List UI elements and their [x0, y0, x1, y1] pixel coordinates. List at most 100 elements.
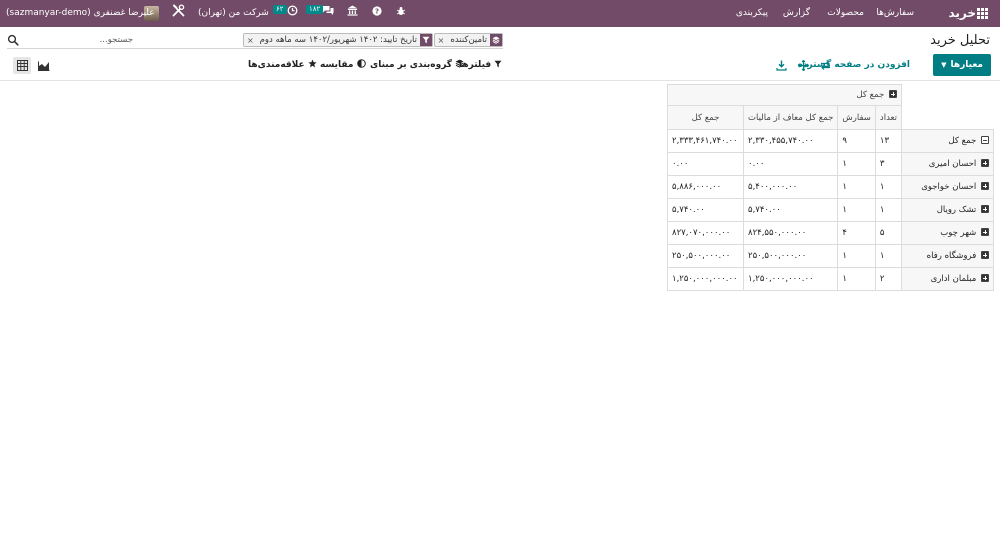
pivot-cell[interactable]: ۲	[874, 267, 903, 291]
table-icon	[16, 60, 28, 71]
table-row: مبلمان اداری ۲ ۱ ۱,۲۵۰,۰۰۰,۰۰۰.۰۰ ۱,۲۵۰,…	[667, 267, 994, 291]
pivot-corner	[901, 84, 994, 130]
facet-date: تاریخ تایید: ۱۴۰۲ شهریور/۱۴۰۲ سه ماهه دو…	[242, 33, 433, 47]
download-icon[interactable]	[776, 60, 787, 71]
apps-menu-icon[interactable]	[977, 8, 988, 19]
pivot-cell[interactable]: ۲,۳۳۳,۴۶۱,۷۴۰.۰۰	[667, 129, 745, 153]
pivot-row-header[interactable]: شهر چوب	[901, 221, 994, 245]
flip-axis-icon[interactable]	[820, 60, 831, 71]
pivot-cell[interactable]: ۲,۳۳۰,۴۵۵,۷۴۰.۰۰	[743, 129, 839, 153]
groupby-label: گروه‌بندی بر مبنای	[370, 60, 453, 70]
database-name: (sazmanyar-demo)	[6, 8, 91, 18]
pivot-row-header[interactable]: احسان امیری	[901, 152, 994, 176]
activity-icon[interactable]	[287, 0, 298, 27]
layers-icon	[490, 34, 502, 46]
pivot-cell[interactable]: ۸۲۴,۵۵۰,۰۰۰.۰۰	[743, 221, 839, 245]
favorites-label: علاقه‌مندی‌ها	[248, 60, 305, 70]
measures-button[interactable]: معیارها ▼	[933, 54, 991, 76]
filter-icon	[491, 60, 502, 70]
user-name: علیرضا غضنفری	[93, 8, 155, 18]
pivot-cell[interactable]: ۰.۰۰	[667, 152, 745, 176]
menu-orders[interactable]: سفارش‌ها	[876, 0, 914, 27]
measure-header[interactable]: جمع کل معاف از مالیات	[743, 105, 839, 130]
pivot-cell[interactable]: ۱,۲۵۰,۰۰۰,۰۰۰.۰۰	[743, 267, 839, 291]
measures-label: معیارها	[950, 60, 983, 70]
collapse-icon	[981, 136, 989, 144]
pivot-row-header[interactable]: تشک رویال	[901, 198, 994, 222]
control-panel: معیارها ▼ افزودن در صفحه گسترده فیلترها …	[0, 54, 1000, 78]
groupby-toggle[interactable]: گروه‌بندی بر مبنای	[370, 54, 464, 76]
favorites-toggle[interactable]: علاقه‌مندی‌ها	[248, 54, 317, 76]
compare-label: مقایسه	[320, 60, 354, 70]
expand-icon	[981, 251, 989, 259]
facet-date-label: تاریخ تایید: ۱۴۰۲ شهریور/۱۴۰۲ سه ماهه دو…	[259, 35, 417, 45]
adjust-icon	[353, 59, 366, 70]
pivot-cell[interactable]: ۱	[837, 175, 876, 199]
measure-header[interactable]: جمع کل	[667, 105, 745, 130]
top-navbar: خرید سفارش‌ها محصولات گزارش پیکربندی ? ۱…	[0, 0, 1000, 27]
bank-icon[interactable]	[347, 0, 358, 27]
filters-toggle[interactable]: فیلترها	[459, 54, 502, 76]
facet-vendor-label: تامین‌کننده	[450, 35, 487, 45]
pivot-cell[interactable]: ۱	[837, 267, 876, 291]
measure-header[interactable]: تعداد	[874, 105, 903, 130]
pivot-row-header[interactable]: احسان خواجوی	[901, 175, 994, 199]
expand-all-icon[interactable]	[798, 60, 809, 71]
app-brand[interactable]: خرید	[948, 0, 976, 27]
area-chart-icon	[38, 61, 50, 71]
pivot-cell[interactable]: ۲۵۰,۵۰۰,۰۰۰.۰۰	[743, 244, 839, 268]
page-title: تحلیل خرید	[930, 33, 990, 48]
pivot-row-header[interactable]: مبلمان اداری	[901, 267, 994, 291]
table-row: احسان امیری ۳ ۱ ۰.۰۰ ۰.۰۰	[667, 152, 994, 176]
pivot-cell[interactable]: ۱	[874, 244, 903, 268]
search-input[interactable]	[23, 33, 133, 47]
pivot-cell[interactable]: ۱	[874, 198, 903, 222]
star-icon	[305, 59, 317, 70]
pivot-row-header[interactable]: فروشگاه رفاه	[901, 244, 994, 268]
search-bar: تامین‌کننده × تاریخ تایید: ۱۴۰۲ شهریور/۱…	[7, 31, 503, 49]
pivot-cell[interactable]: ۸۲۷,۰۷۰,۰۰۰.۰۰	[667, 221, 745, 245]
expand-icon	[981, 159, 989, 167]
pivot-cell[interactable]: ۵,۸۸۶,۰۰۰.۰۰	[667, 175, 745, 199]
facet-remove-icon[interactable]: ×	[435, 36, 448, 45]
menu-configuration[interactable]: پیکربندی	[736, 0, 768, 27]
pivot-cell[interactable]: ۵	[874, 221, 903, 245]
bug-icon[interactable]	[396, 0, 406, 27]
table-row: احسان خواجوی ۱ ۱ ۵,۴۰۰,۰۰۰.۰۰ ۵,۸۸۶,۰۰۰.…	[667, 175, 994, 199]
divider	[0, 80, 1000, 81]
table-row: فروشگاه رفاه ۱ ۱ ۲۵۰,۵۰۰,۰۰۰.۰۰ ۲۵۰,۵۰۰,…	[667, 244, 994, 268]
search-icon[interactable]	[7, 34, 19, 46]
measure-header[interactable]: سفارش	[837, 105, 876, 130]
pivot-cell[interactable]: ۹	[837, 129, 876, 153]
menu-products[interactable]: محصولات	[827, 0, 864, 27]
help-icon[interactable]: ?	[372, 0, 382, 27]
table-row: تشک رویال ۱ ۱ ۵,۷۴۰.۰۰ ۵,۷۴۰.۰۰	[667, 198, 994, 222]
pivot-cell[interactable]: ۱	[837, 244, 876, 268]
pivot-cell[interactable]: ۱۳	[874, 129, 903, 153]
menu-reporting[interactable]: گزارش	[783, 0, 810, 27]
pivot-cell[interactable]: ۱	[837, 198, 876, 222]
user-menu[interactable]: (sazmanyar-demo) علیرضا غضنفری	[6, 0, 155, 27]
pivot-cell[interactable]: ۵,۷۴۰.۰۰	[743, 198, 839, 222]
pivot-col-header-total[interactable]: جمع کل	[667, 84, 902, 106]
facet-remove-icon[interactable]: ×	[244, 36, 257, 45]
pivot-cell[interactable]: ۱,۲۵۰,۰۰۰,۰۰۰.۰۰	[667, 267, 745, 291]
graph-view-button[interactable]	[35, 57, 53, 74]
activity-count-badge: ۶۲	[273, 5, 287, 14]
pivot-cell[interactable]: ۵,۷۴۰.۰۰	[667, 198, 745, 222]
pivot-cell[interactable]: ۲۵۰,۵۰۰,۰۰۰.۰۰	[667, 244, 745, 268]
pivot-row-header-total[interactable]: جمع کل	[901, 129, 994, 153]
pivot-cell[interactable]: ۳	[874, 152, 903, 176]
pivot-cell[interactable]: ۴	[837, 221, 876, 245]
compare-toggle[interactable]: مقایسه	[320, 54, 366, 76]
pivot-cell[interactable]: ۱	[837, 152, 876, 176]
company-switcher[interactable]: شرکت من (تهران)	[198, 0, 269, 27]
pivot-cell[interactable]: ۵,۴۰۰,۰۰۰.۰۰	[743, 175, 839, 199]
insert-in-spreadsheet-button[interactable]: افزودن در صفحه گسترده	[798, 54, 910, 76]
pivot-cell[interactable]: ۰.۰۰	[743, 152, 839, 176]
pivot-view-button[interactable]	[13, 57, 31, 74]
settings-tools-icon[interactable]	[172, 0, 185, 27]
expand-icon	[889, 90, 897, 98]
pivot-cell[interactable]: ۱	[874, 175, 903, 199]
chat-icon[interactable]	[322, 0, 334, 27]
